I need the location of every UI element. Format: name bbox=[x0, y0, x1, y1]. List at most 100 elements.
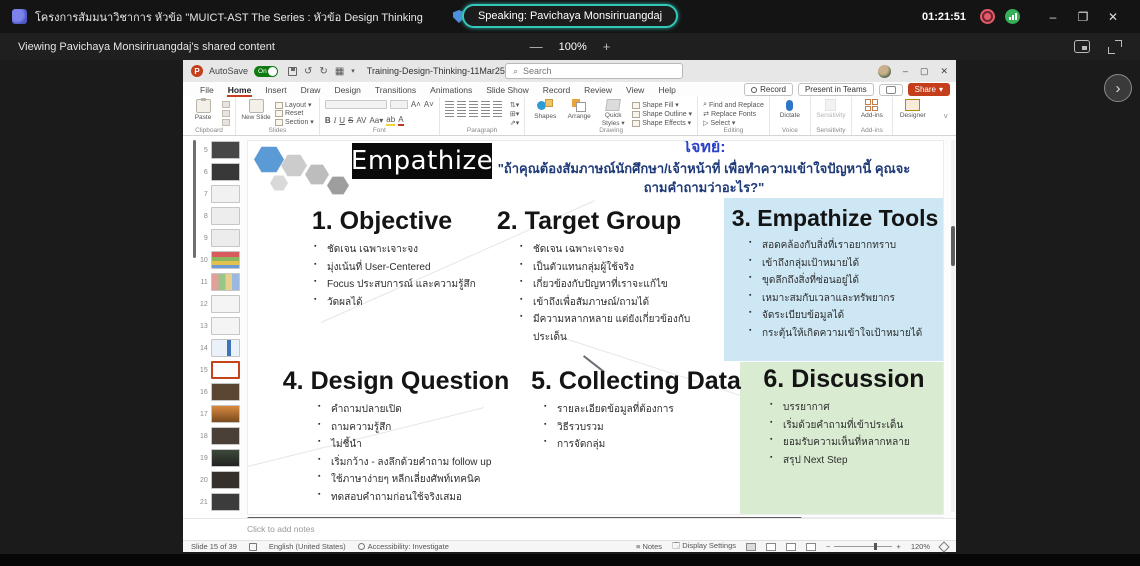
ribbon-tab[interactable]: View bbox=[619, 82, 651, 97]
slide-thumbnail[interactable]: 17 bbox=[199, 403, 240, 425]
slide-thumbnail[interactable]: 20 bbox=[199, 469, 240, 491]
collapse-ribbon-icon[interactable]: ˅ bbox=[935, 112, 956, 121]
slideshow-view-button[interactable] bbox=[806, 543, 816, 551]
comments-button[interactable] bbox=[879, 84, 903, 96]
slide-thumbnail[interactable]: 14 bbox=[199, 337, 240, 359]
justify-icon[interactable] bbox=[481, 110, 490, 117]
indent-increase-icon[interactable] bbox=[481, 101, 490, 108]
font-name-select[interactable] bbox=[325, 100, 387, 109]
ribbon-tab[interactable]: File bbox=[193, 82, 221, 97]
zoom-in-icon[interactable]: + bbox=[896, 542, 900, 551]
share-button[interactable]: Share▾ bbox=[908, 83, 950, 96]
slide-canvas[interactable]: Empathize โจทย์: "ถ้าคุณต้องสัมภาษณ์นักศ… bbox=[247, 140, 944, 515]
popout-icon[interactable] bbox=[1074, 40, 1090, 53]
ribbon-tab[interactable]: Draw bbox=[294, 82, 328, 97]
arrange-button[interactable]: Arrange bbox=[564, 99, 594, 120]
font-size-select[interactable] bbox=[390, 100, 408, 109]
fit-to-frame-icon[interactable] bbox=[1108, 40, 1122, 54]
line-spacing-icon[interactable] bbox=[493, 101, 502, 108]
shape-outline-button[interactable]: Shape Outline ▾ bbox=[632, 110, 692, 118]
cut-icon[interactable] bbox=[222, 101, 230, 108]
slide-thumbnail[interactable]: 10 bbox=[199, 249, 240, 271]
underline-button[interactable]: U bbox=[339, 116, 345, 125]
fit-slide-icon[interactable] bbox=[938, 541, 949, 552]
ribbon-tab[interactable]: Animations bbox=[423, 82, 479, 97]
highlight-icon[interactable]: ab bbox=[386, 115, 395, 126]
slide-thumbnail[interactable]: 6 bbox=[199, 161, 240, 183]
autosave-toggle[interactable]: On bbox=[254, 66, 278, 77]
indent-decrease-icon[interactable] bbox=[469, 101, 478, 108]
align-left-icon[interactable] bbox=[445, 110, 454, 117]
shrink-font-icon[interactable]: A˅ bbox=[424, 100, 434, 109]
align-center-icon[interactable] bbox=[457, 110, 466, 117]
zoom-out-button[interactable]: — bbox=[530, 39, 543, 54]
shapes-button[interactable]: Shapes bbox=[530, 99, 560, 120]
accessibility-status[interactable]: Accessibility: Investigate bbox=[358, 542, 449, 551]
slide-thumbnail[interactable]: 11 bbox=[199, 271, 240, 293]
ribbon-tab[interactable]: Design bbox=[327, 82, 367, 97]
expand-panel-button[interactable]: › bbox=[1104, 74, 1132, 102]
select-button[interactable]: ▷Select ▾ bbox=[703, 119, 764, 127]
normal-view-button[interactable] bbox=[746, 543, 756, 551]
ppt-close-button[interactable]: ✕ bbox=[940, 66, 948, 77]
ribbon-tab[interactable]: Review bbox=[577, 82, 619, 97]
format-painter-icon[interactable] bbox=[222, 119, 230, 126]
undo-icon[interactable]: ↺ bbox=[304, 66, 312, 77]
start-slideshow-icon[interactable]: ▦ bbox=[335, 66, 344, 77]
font-color-icon[interactable]: A bbox=[398, 115, 403, 126]
reset-button[interactable]: Reset bbox=[275, 110, 314, 117]
qat-customize-icon[interactable]: ▾ bbox=[351, 67, 355, 75]
section-button[interactable]: Section ▾ bbox=[275, 118, 314, 126]
align-text-icon[interactable]: ⊞▾ bbox=[510, 110, 519, 118]
shape-fill-button[interactable]: Shape Fill ▾ bbox=[632, 101, 692, 109]
reading-view-button[interactable] bbox=[786, 543, 796, 551]
char-spacing-icon[interactable]: AV bbox=[356, 116, 366, 125]
ribbon-tab[interactable]: Record bbox=[536, 82, 577, 97]
slide-thumbnail[interactable]: 21 bbox=[199, 491, 240, 513]
replace-fonts-button[interactable]: ⇄Replace Fonts bbox=[703, 110, 764, 118]
minimize-button[interactable]: – bbox=[1038, 4, 1068, 30]
slide-thumbnail[interactable]: 15 bbox=[199, 359, 240, 381]
bullets-icon[interactable] bbox=[445, 101, 454, 108]
zoom-slider[interactable]: − + bbox=[826, 542, 901, 551]
present-in-teams-button[interactable]: Present in Teams bbox=[798, 83, 874, 96]
zoom-in-button[interactable]: + bbox=[603, 39, 611, 54]
redo-icon[interactable]: ↻ bbox=[319, 66, 327, 77]
restore-button[interactable]: ❐ bbox=[1068, 4, 1098, 30]
dictate-button[interactable]: Dictate bbox=[775, 99, 805, 119]
slide-thumbnail[interactable]: 16 bbox=[199, 381, 240, 403]
smartart-icon[interactable]: ⇗▾ bbox=[510, 119, 519, 127]
ribbon-tab[interactable]: Home bbox=[221, 82, 259, 97]
slide-thumbnail[interactable]: 8 bbox=[199, 205, 240, 227]
bold-button[interactable]: B bbox=[325, 116, 331, 125]
speaking-indicator[interactable]: Speaking: Pavichaya Monsiriruangdaj bbox=[462, 4, 678, 28]
search-input[interactable]: ⌕ Search bbox=[505, 63, 683, 79]
display-settings-button[interactable]: 🗔 Display Settings bbox=[672, 540, 736, 553]
sensitivity-button[interactable]: Sensitivity bbox=[816, 99, 846, 119]
numbering-icon[interactable] bbox=[457, 101, 466, 108]
change-case-icon[interactable]: Aa▾ bbox=[369, 116, 383, 125]
spellcheck-icon[interactable] bbox=[249, 543, 257, 551]
record-button[interactable]: Record bbox=[744, 83, 793, 96]
save-icon[interactable] bbox=[288, 67, 297, 76]
designer-button[interactable]: Designer bbox=[898, 99, 928, 119]
slide-thumbnail[interactable]: 18 bbox=[199, 425, 240, 447]
paste-button[interactable]: Paste bbox=[188, 99, 218, 121]
notes-area[interactable]: Click to add notes bbox=[183, 518, 956, 540]
ribbon-tab[interactable]: Transitions bbox=[368, 82, 423, 97]
ribbon-tab[interactable]: Help bbox=[651, 82, 682, 97]
copy-icon[interactable] bbox=[222, 110, 230, 117]
slide-thumbnail[interactable]: 5 bbox=[199, 139, 240, 161]
strikethrough-button[interactable]: S bbox=[348, 116, 353, 125]
grow-font-icon[interactable]: A˄ bbox=[411, 100, 421, 109]
align-right-icon[interactable] bbox=[469, 110, 478, 117]
quick-styles-button[interactable]: Quick Styles ▾ bbox=[598, 99, 628, 127]
ppt-zoom-level[interactable]: 120% bbox=[911, 542, 930, 551]
text-direction-icon[interactable]: ⇅▾ bbox=[510, 101, 519, 109]
horizontal-scrollbar[interactable] bbox=[247, 517, 944, 518]
notes-toggle[interactable]: ≡ Notes bbox=[636, 542, 662, 551]
slide-thumbnail[interactable]: 13 bbox=[199, 315, 240, 337]
columns-icon[interactable] bbox=[493, 110, 502, 117]
thumbnail-scrollbar[interactable] bbox=[193, 140, 196, 258]
slide-sorter-view-button[interactable] bbox=[766, 543, 776, 551]
